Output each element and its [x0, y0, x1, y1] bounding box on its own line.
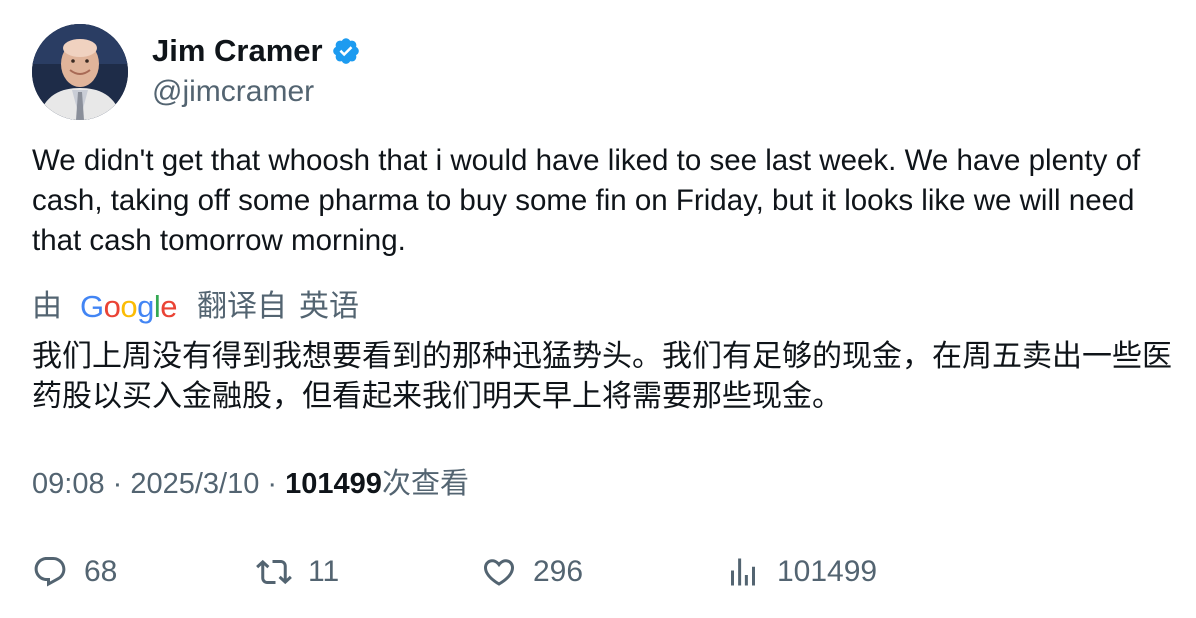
- google-logo: Google: [80, 289, 178, 324]
- reply-count: 68: [84, 555, 118, 588]
- translated-text: 我们上周没有得到我想要看到的那种迅猛势头。我们有足够的现金，在周五卖出一些医药股…: [32, 340, 1172, 413]
- display-name[interactable]: Jim Cramer: [152, 32, 323, 70]
- like-count: 296: [533, 555, 584, 588]
- author-names: Jim Cramer @jimcramer: [152, 32, 361, 112]
- action-bar: 68 11 296 101499: [32, 552, 1172, 592]
- reply-icon: [32, 554, 68, 590]
- verified-badge-icon: [331, 36, 361, 66]
- like-button[interactable]: 296: [481, 552, 583, 592]
- tweet-date[interactable]: 2025/3/10: [130, 464, 259, 504]
- bar-chart-icon: [725, 554, 761, 590]
- views-button[interactable]: 101499: [725, 552, 877, 592]
- translated-from-label: 翻译自: [197, 290, 288, 323]
- views-count: 101499: [285, 468, 382, 500]
- source-language: 英语: [299, 290, 360, 323]
- retweet-icon: [256, 554, 292, 590]
- views-action-count: 101499: [777, 555, 878, 588]
- tweet-time[interactable]: 09:08: [32, 464, 105, 504]
- avatar[interactable]: [32, 24, 128, 120]
- meta-separator-2: ·: [259, 468, 286, 500]
- translation-attribution: 由 Google 翻译自 英语: [32, 287, 359, 327]
- avatar-image: [32, 24, 128, 120]
- translated-by-label: 由: [32, 290, 62, 323]
- tweet-text: We didn't get that whoosh that i would h…: [32, 144, 1141, 257]
- reply-button[interactable]: 68: [32, 552, 117, 592]
- retweet-count: 11: [308, 555, 340, 588]
- heart-icon: [481, 554, 517, 590]
- handle[interactable]: @jimcramer: [152, 72, 361, 112]
- tweet-header: Jim Cramer @jimcramer: [32, 24, 361, 120]
- retweet-button[interactable]: 11: [256, 552, 339, 592]
- display-name-row: Jim Cramer: [152, 32, 361, 70]
- meta-separator: ·: [104, 468, 131, 500]
- views-label: 次查看: [381, 468, 469, 500]
- tweet-meta: 09:08 · 2025/3/10 · 101499 次查看: [32, 464, 469, 504]
